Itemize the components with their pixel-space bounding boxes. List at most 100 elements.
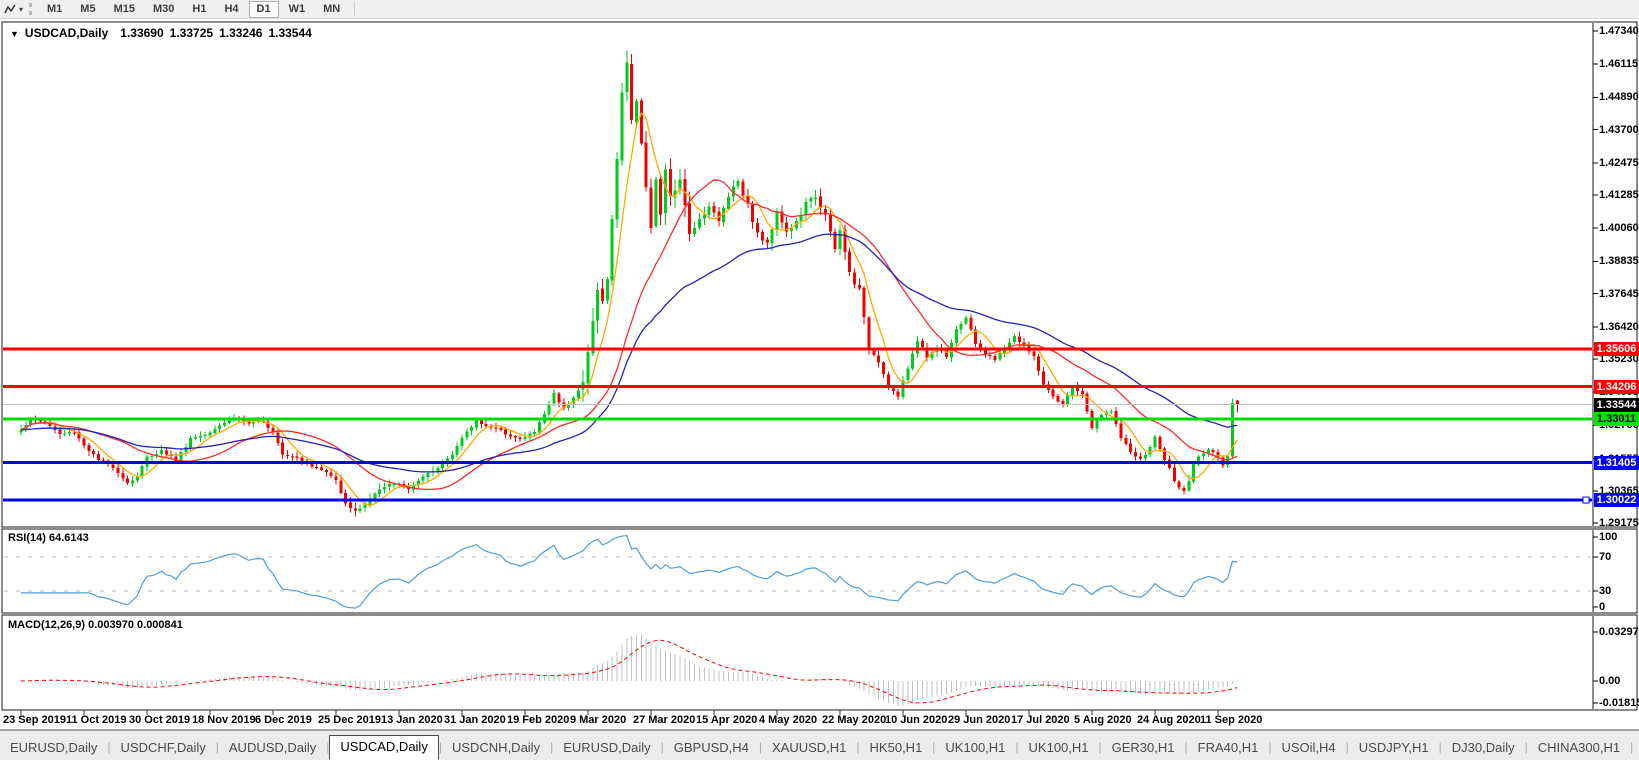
candle-body: [456, 446, 459, 455]
candle-body: [344, 493, 347, 504]
candle-body: [698, 219, 701, 227]
candle-body: [82, 439, 85, 446]
candle-body: [620, 93, 623, 161]
candle-body: [921, 341, 924, 347]
price-badge: 1.31405: [1594, 456, 1639, 470]
date-axis-label: 11 Sep 2020: [1200, 714, 1262, 726]
chart-tab-eurusd-daily[interactable]: EURUSD,Daily: [0, 737, 107, 760]
chart-tab-china300-h1[interactable]: CHINA300,H1: [1528, 737, 1630, 760]
candle-body: [436, 468, 439, 471]
chart-tab-ger30-h1[interactable]: GER30,H1: [1102, 737, 1185, 760]
candle-body: [625, 63, 628, 92]
candle-body: [640, 101, 643, 144]
candle-body: [761, 232, 764, 240]
chart-tab-gbpusd-h4[interactable]: GBPUSD,H4: [664, 737, 759, 760]
candle-body: [97, 454, 100, 460]
candle-body: [616, 159, 619, 219]
candle-body: [611, 219, 614, 281]
candle-body: [121, 473, 124, 479]
chart-tab-eurusd-daily[interactable]: EURUSD,Daily: [553, 737, 660, 760]
candle-body: [838, 230, 841, 249]
chart-tab-audusd-daily[interactable]: AUDUSD,Daily: [219, 737, 326, 760]
candle-body: [286, 455, 289, 456]
chart-tab-usoil-h1[interactable]: USOil,H1: [1633, 737, 1639, 760]
candle-body: [325, 470, 328, 472]
candle-body: [664, 169, 667, 213]
candle-body: [1153, 436, 1156, 447]
candle-body: [296, 456, 299, 458]
candle-body: [654, 180, 657, 226]
candle-body: [1158, 437, 1161, 449]
chart-tab-usdcad-daily[interactable]: USDCAD,Daily: [329, 735, 438, 760]
chart-tab-xauusd-h1[interactable]: XAUUSD,H1: [762, 737, 856, 760]
candle-body: [1178, 482, 1181, 488]
candle-body: [330, 473, 333, 476]
date-axis-label: 4 May 2020: [759, 714, 817, 726]
date-axis-label: 10 Jun 2020: [885, 714, 947, 726]
candle-body: [1173, 467, 1176, 481]
candle-body: [320, 467, 323, 470]
candle-body: [213, 429, 216, 433]
date-axis-label: 24 Aug 2020: [1137, 714, 1201, 726]
date-axis-label: 5 Aug 2020: [1074, 714, 1132, 726]
candle-body: [1066, 395, 1069, 405]
candle-body: [877, 355, 880, 362]
candle-body: [480, 420, 483, 424]
candle-body: [223, 423, 226, 426]
rsi-axis-label: 70: [1599, 550, 1611, 564]
line-handle[interactable]: [1583, 497, 1589, 503]
candle-body: [92, 451, 95, 454]
candle-body: [378, 489, 381, 494]
date-axis-label: 17 Jul 2020: [1011, 714, 1070, 726]
rsi-axis-label: 0: [1599, 600, 1605, 614]
date-axis-label: 19 Feb 2020: [507, 714, 569, 726]
main-chart-canvas[interactable]: [0, 0, 1639, 760]
candle-body: [184, 447, 187, 452]
date-axis-label: 15 Apr 2020: [696, 714, 757, 726]
candle-body: [1124, 438, 1127, 444]
candle-body: [422, 477, 425, 481]
ohlc-high: 1.33725: [170, 26, 213, 40]
chart-tab-usdjpy-h1[interactable]: USDJPY,H1: [1349, 737, 1439, 760]
date-axis-label: 22 May 2020: [822, 714, 886, 726]
candle-body: [601, 288, 604, 300]
candle-body: [712, 206, 715, 212]
chart-tab-hk50-h1[interactable]: HK50,H1: [860, 737, 933, 760]
candle-body: [523, 437, 526, 439]
price-axis-label: 1.44890: [1599, 90, 1639, 104]
candle-body: [727, 197, 730, 209]
date-axis-label: 31 Jan 2020: [444, 714, 506, 726]
chart-collapse-icon[interactable]: ▼: [10, 29, 19, 39]
price-axis-label: 1.40060: [1599, 221, 1639, 235]
price-badge: 1.35606: [1594, 342, 1639, 356]
candle-body: [1057, 396, 1060, 401]
price-badge: 1.33544: [1594, 398, 1639, 412]
candle-body: [635, 101, 638, 122]
candle-body: [863, 288, 866, 317]
candle-body: [1212, 450, 1215, 452]
candle-body: [1018, 336, 1021, 342]
candle-body: [533, 432, 536, 434]
rsi-indicator-label: RSI(14) 64.6143: [8, 532, 89, 544]
chart-tab-fra40-h1[interactable]: FRA40,H1: [1188, 737, 1269, 760]
candle-body: [742, 181, 745, 195]
chart-tab-usdcnh-daily[interactable]: USDCNH,Daily: [442, 737, 550, 760]
candle-body: [519, 438, 522, 440]
chart-tab-usdchf-daily[interactable]: USDCHF,Daily: [111, 737, 216, 760]
candle-body: [131, 480, 134, 483]
chart-tab-dj30-daily[interactable]: DJ30,Daily: [1442, 737, 1525, 760]
candle-body: [1052, 390, 1055, 397]
candle-body: [892, 388, 895, 391]
date-axis-label: 29 Jun 2020: [948, 714, 1010, 726]
candle-body: [649, 187, 652, 227]
candle-body: [354, 508, 357, 510]
candle-body: [1183, 488, 1186, 491]
candle-body: [58, 430, 61, 435]
candle-body: [460, 438, 463, 446]
chart-tab-uk100-h1[interactable]: UK100,H1: [935, 737, 1015, 760]
candle-body: [339, 481, 342, 493]
chart-tab-usoil-h4[interactable]: USOil,H4: [1271, 737, 1345, 760]
chart-tab-uk100-h1[interactable]: UK100,H1: [1019, 737, 1099, 760]
ohlc-close: 1.33544: [268, 26, 311, 40]
candle-body: [514, 436, 517, 437]
